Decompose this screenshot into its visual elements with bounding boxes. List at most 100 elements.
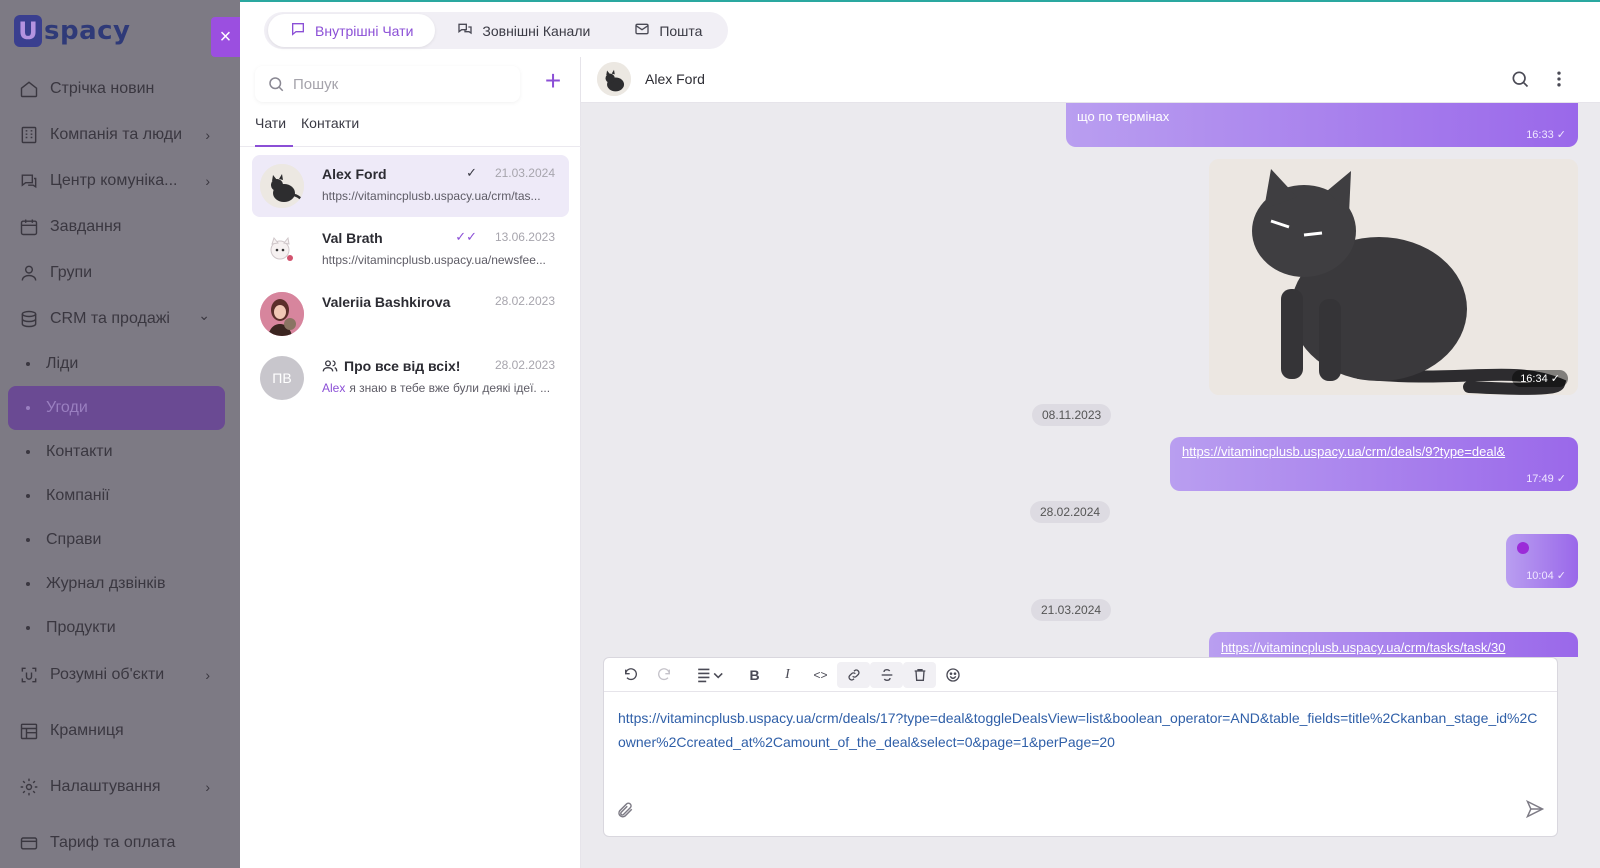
avatar-val-brath [260, 228, 304, 272]
smart-object-icon [18, 664, 40, 686]
chat-subtabs: Чати Контакти [240, 113, 581, 147]
company-icon [18, 124, 40, 146]
nav-item-settings[interactable]: Налаштування › [0, 764, 240, 810]
communication-icon [18, 170, 40, 192]
nav-label: Стрічка новин [50, 80, 155, 97]
align-dropdown[interactable] [688, 662, 734, 688]
image-message[interactable]: 16:34 ✓ [1209, 159, 1578, 395]
nav-label: Ліди [46, 355, 79, 372]
conversation-panel: Alex Ford що по термінах 16:33 ✓ 16:34 ✓… [581, 57, 1600, 868]
nav-item-billing[interactable]: Тариф та оплата [0, 820, 240, 866]
sent-check-icon: ✓ [466, 165, 477, 180]
nav-item-store[interactable]: Крамниця [0, 708, 240, 754]
chat-date: 13.06.2023 [494, 230, 555, 244]
nav-item-smart-objects[interactable]: Розумні об'єкти › [0, 652, 240, 698]
search-input[interactable] [293, 75, 503, 93]
close-sidebar-button[interactable]: × [211, 17, 240, 57]
message-link[interactable]: https://vitamincplusb.uspacy.ua/crm/task… [1221, 640, 1505, 655]
emoji-icon[interactable] [936, 662, 969, 688]
more-vertical-icon[interactable] [1552, 69, 1566, 91]
avatar-alex-ford[interactable] [597, 62, 631, 96]
message-link[interactable]: https://vitamincplusb.uspacy.ua/crm/deal… [1182, 444, 1505, 459]
chat-item-val-brath[interactable]: Val Brath ✓✓ 13.06.2023 https://vitaminc… [252, 219, 569, 281]
nav-label: Завдання [50, 218, 122, 235]
message-bubble[interactable]: 10:04 ✓ [1506, 534, 1578, 588]
link-icon[interactable] [837, 661, 870, 688]
nav-label: Компанії [46, 487, 110, 504]
nav-label: Центр комуніка... [50, 172, 178, 189]
nav-item-company[interactable]: Компанія та люди › [0, 112, 240, 158]
chat-name: Про все від всіх! [344, 358, 461, 374]
chat-item-group-all[interactable]: ПВ Про все від всіх! 28.02.2023 Alex я зн… [252, 347, 569, 409]
chevron-right-icon: › [205, 173, 210, 189]
nav-item-communications[interactable]: Центр комуніка... › [0, 158, 240, 204]
nav-sub-leads[interactable]: Ліди [0, 342, 240, 386]
tab-mail[interactable]: Пошта [612, 14, 724, 47]
chat-list-panel: + Чати Контакти Alex Ford ✓ 21.03.2024 h… [240, 57, 581, 868]
app-sidebar: U spacy × Стрічка новин Компанія та люди… [0, 0, 240, 868]
chat-preview: https://vitamincplusb.uspacy.ua/newsfee.… [322, 253, 546, 267]
bold-button[interactable]: B [738, 662, 771, 688]
chat-date: 21.03.2024 [494, 166, 555, 180]
uspacy-logo[interactable]: U spacy [14, 14, 131, 48]
avatar-alex-ford [260, 164, 304, 208]
code-button[interactable]: <> [804, 662, 837, 688]
message-bubble[interactable]: https://vitamincplusb.uspacy.ua/crm/task… [1209, 632, 1578, 657]
mail-icon [634, 21, 650, 40]
nav-label: Розумні об'єкти [50, 666, 165, 683]
strikethrough-icon[interactable] [870, 661, 903, 688]
tab-internal-chats[interactable]: Внутрішні Чати [268, 14, 436, 47]
chat-preview: Alex я знаю в тебе вже були деякі ідеї. .… [322, 381, 562, 395]
clear-format-icon[interactable] [903, 661, 936, 688]
nav-sub-contacts[interactable]: Контакти [0, 430, 240, 474]
new-chat-button[interactable]: + [540, 67, 566, 95]
card-icon [18, 832, 40, 854]
search-box [255, 66, 520, 102]
nav-sub-products[interactable]: Продукти [0, 606, 240, 650]
logo-text: spacy [44, 16, 131, 46]
tab-external-channels[interactable]: Зовнішні Канали [435, 14, 612, 47]
send-icon[interactable] [1525, 799, 1545, 824]
chat-item-alex-ford[interactable]: Alex Ford ✓ 21.03.2024 https://vitamincp… [252, 155, 569, 217]
tab-chats[interactable]: Чати [255, 115, 293, 147]
tab-contacts[interactable]: Контакти [301, 115, 359, 147]
message-bubble[interactable]: https://vitamincplusb.uspacy.ua/crm/deal… [1170, 437, 1578, 491]
chat-name: Alex Ford [322, 166, 387, 182]
tab-label: Зовнішні Канали [482, 22, 591, 39]
conversation-title[interactable]: Alex Ford [645, 71, 705, 87]
nav-item-groups[interactable]: Групи [0, 250, 240, 296]
nav-sub-deals[interactable]: Угоди [8, 386, 225, 430]
italic-button[interactable]: I [771, 662, 804, 688]
nav-sub-activities[interactable]: Справи [0, 518, 240, 562]
nav-label: Справи [46, 531, 102, 548]
cat-image [1209, 159, 1578, 395]
nav-sub-call-log[interactable]: Журнал дзвінків [0, 562, 240, 606]
nav-label: Тариф та оплата [50, 834, 176, 851]
conversation-header: Alex Ford [581, 57, 1600, 103]
date-separator: 28.02.2024 [1030, 501, 1111, 523]
message-time: 10:04 ✓ [1526, 570, 1566, 582]
composer-input[interactable]: https://vitamincplusb.uspacy.ua/crm/deal… [618, 706, 1543, 754]
nav-label: Компанія та люди [50, 126, 183, 143]
nav-item-tasks[interactable]: Завдання [0, 204, 240, 250]
message-bubble[interactable]: що по термінах 16:33 ✓ [1066, 103, 1578, 147]
paperclip-icon[interactable] [616, 801, 634, 824]
bullet-dot [26, 494, 30, 498]
chat-item-valeriia-bashkirova[interactable]: Valeriia Bashkirova 28.02.2023 [252, 283, 569, 345]
redo-icon[interactable] [647, 662, 680, 688]
search-icon[interactable] [1510, 69, 1532, 91]
nav-label: Контакти [46, 443, 113, 460]
chevron-right-icon: › [205, 667, 210, 683]
nav-item-crm[interactable]: CRM та продажі ⌄ [0, 296, 240, 342]
bullet-dot [26, 450, 30, 454]
preview-text: я знаю в тебе вже були деякі ідеї. ... [349, 381, 551, 395]
undo-icon[interactable] [614, 662, 647, 688]
bullet-dot [26, 362, 30, 366]
nav-sub-companies[interactable]: Компанії [0, 474, 240, 518]
chat-bubble-icon [290, 21, 306, 40]
calendar-icon [18, 216, 40, 238]
home-icon [18, 78, 40, 100]
bullet-dot [26, 406, 30, 410]
nav-item-news[interactable]: Стрічка новин [0, 66, 240, 112]
nav-label: Угоди [46, 399, 88, 416]
